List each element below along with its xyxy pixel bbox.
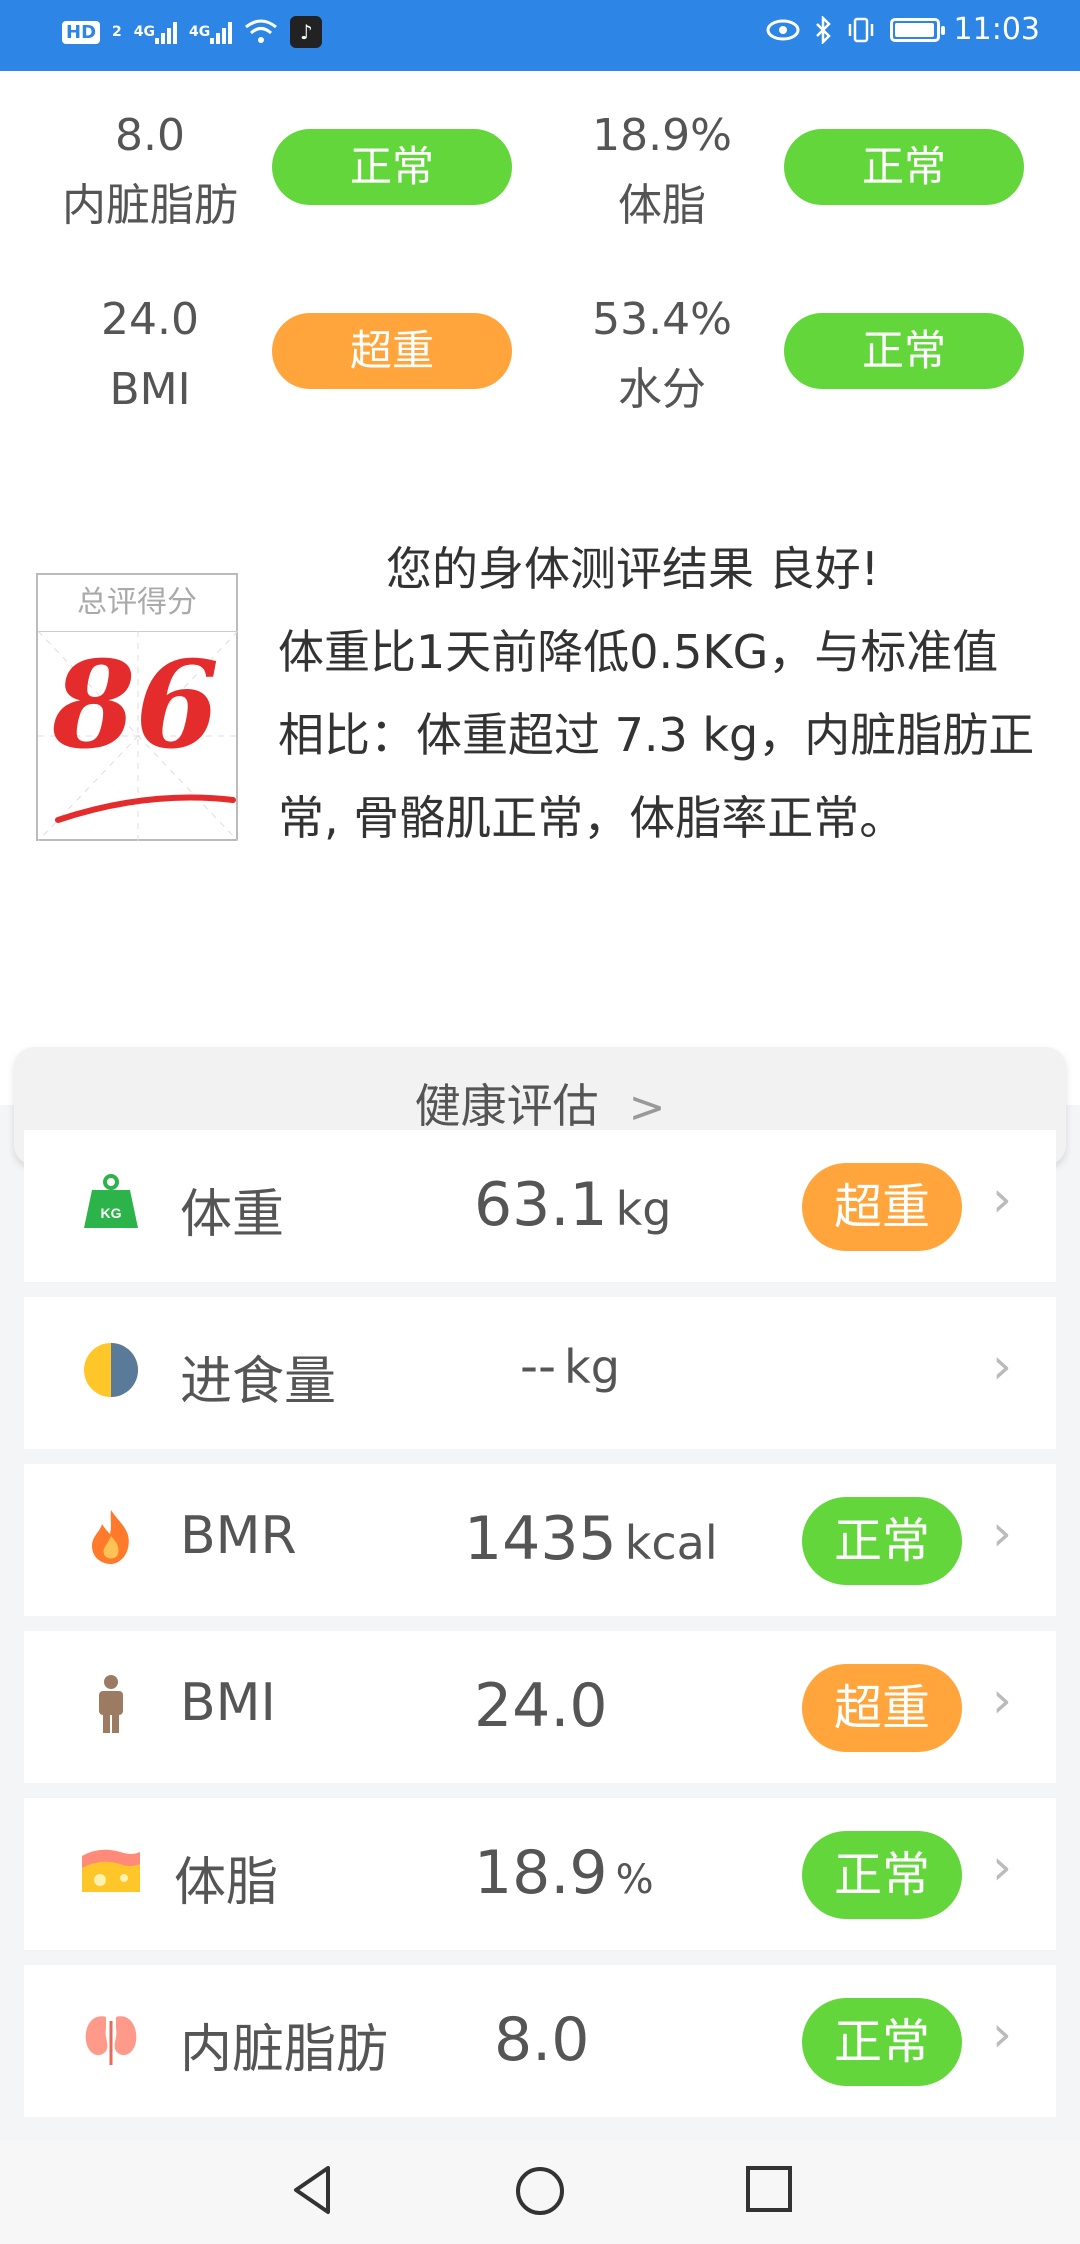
item-name: 体脂: [174, 1853, 279, 1913]
status-badge: 正常: [802, 1998, 962, 2086]
item-name: BMR: [180, 1506, 297, 1566]
body-summary-section: 8.0 内脏脂肪 正常 18.9% 体脂 正常 24.0 BMI 超重 53.4…: [0, 71, 1080, 1165]
metric-value: 18.9%: [592, 110, 732, 161]
value-number: 8.0: [494, 2005, 590, 2075]
chevron-right-icon: ›: [992, 1504, 1012, 1562]
item-name: 内脏脂肪: [180, 2020, 389, 2080]
health-assessment-label: 健康评估: [414, 1079, 599, 1133]
weight-icon: KG: [84, 1174, 138, 1228]
status-badge: 超重: [802, 1664, 962, 1752]
value-number: 63.1: [474, 1170, 608, 1240]
eye-icon: [766, 19, 800, 41]
item-name: 体重: [180, 1185, 285, 1245]
value-number: 1435: [464, 1504, 617, 1574]
summary-title: 您的身体测评结果 良好!: [386, 542, 880, 596]
clock: 11:03: [953, 12, 1040, 47]
status-badge: 正常: [784, 129, 1024, 205]
list-item-body-fat[interactable]: 体脂 18.9% 正常 ›: [24, 1798, 1056, 1950]
status-badge: 超重: [272, 313, 512, 389]
battery-icon: [889, 17, 945, 42]
metric-label: 内脏脂肪: [62, 180, 238, 231]
chevron-right-icon: ›: [992, 1671, 1012, 1729]
chevron-right-icon: ›: [992, 2005, 1012, 2063]
chevron-right-icon: ›: [992, 1337, 1012, 1395]
back-icon[interactable]: [288, 2164, 336, 2216]
value-unit: kg: [564, 1340, 620, 1394]
score-value: 86: [52, 635, 219, 776]
value-unit: %: [615, 1857, 654, 1903]
signal-icon: 4G: [134, 20, 177, 44]
item-name: BMI: [180, 1673, 276, 1733]
metric-label: 水分: [618, 364, 706, 415]
svg-text:KG: KG: [101, 1205, 122, 1221]
fat-icon: [82, 1849, 140, 1892]
list-item-weight[interactable]: KG 体重 63.1 kg 超重 ›: [24, 1130, 1056, 1282]
metric-value: 53.4%: [592, 294, 732, 345]
list-item-bmi[interactable]: BMI 24.0 超重 ›: [24, 1631, 1056, 1783]
chevron-right-icon: >: [628, 1082, 666, 1133]
value-number: 24.0: [474, 1671, 608, 1741]
bmi-metric: 24.0 BMI: [30, 285, 270, 425]
value-number: --: [520, 1337, 557, 1395]
hd-icon: HD: [62, 20, 101, 44]
fire-icon: [92, 1510, 129, 1564]
status-badge: 超重: [802, 1163, 962, 1251]
metric-value: 8.0: [115, 110, 185, 161]
list-item-food-intake[interactable]: 进食量 -- kg ›: [24, 1297, 1056, 1449]
home-icon[interactable]: [513, 2164, 567, 2218]
organ-icon: [85, 2016, 137, 2065]
system-navigation-bar: [0, 2140, 1080, 2244]
status-bar: HD 2 4G 4G ♪ 11:03: [0, 0, 1080, 71]
status-badge: 正常: [272, 129, 512, 205]
item-value: 24.0: [474, 1671, 616, 1741]
list-item-visceral-fat[interactable]: 内脏脂肪 8.0 正常 ›: [24, 1965, 1056, 2117]
item-value: 63.1 kg: [474, 1170, 671, 1240]
metric-label: 体脂: [618, 180, 706, 231]
item-value: 1435 kcal: [464, 1504, 718, 1574]
item-value: 8.0: [494, 2005, 597, 2075]
total-score-card: 总评得分 86: [36, 573, 238, 841]
network-type-label: 4G: [189, 24, 211, 40]
vibrate-icon: [846, 16, 876, 44]
chevron-right-icon: ›: [992, 1838, 1012, 1896]
body-fat-metric: 18.9% 体脂: [542, 101, 782, 241]
wifi-icon: [244, 18, 278, 46]
bluetooth-icon: [814, 15, 832, 44]
item-value: 18.9%: [474, 1838, 654, 1908]
water-metric: 53.4% 水分: [542, 285, 782, 425]
meal-icon: [84, 1343, 138, 1397]
sim-label: 2: [112, 24, 122, 40]
tiktok-icon: ♪: [290, 16, 323, 48]
person-icon: [99, 1675, 123, 1733]
status-badge: 正常: [784, 313, 1024, 389]
visceral-fat-metric: 8.0 内脏脂肪: [30, 101, 270, 241]
metric-value: 24.0: [101, 294, 199, 345]
value-unit: kg: [615, 1182, 672, 1236]
signal-icon: 4G: [189, 20, 233, 44]
item-value: -- kg: [520, 1337, 620, 1395]
network-type-label: 4G: [133, 24, 155, 40]
list-item-bmr[interactable]: BMR 1435 kcal 正常 ›: [24, 1464, 1056, 1616]
value-number: 18.9: [474, 1838, 608, 1908]
value-unit: kcal: [624, 1516, 718, 1570]
chevron-right-icon: ›: [992, 1170, 1012, 1228]
metric-label: BMI: [109, 364, 191, 415]
status-badge: 正常: [802, 1831, 962, 1919]
item-name: 进食量: [180, 1352, 337, 1412]
summary-text: 体重比1天前降低0.5KG，与标准值相比：体重超过 7.3 kg，内脏脂肪正常,…: [278, 625, 1035, 845]
status-badge: 正常: [802, 1497, 962, 1585]
recents-icon[interactable]: [744, 2164, 794, 2214]
